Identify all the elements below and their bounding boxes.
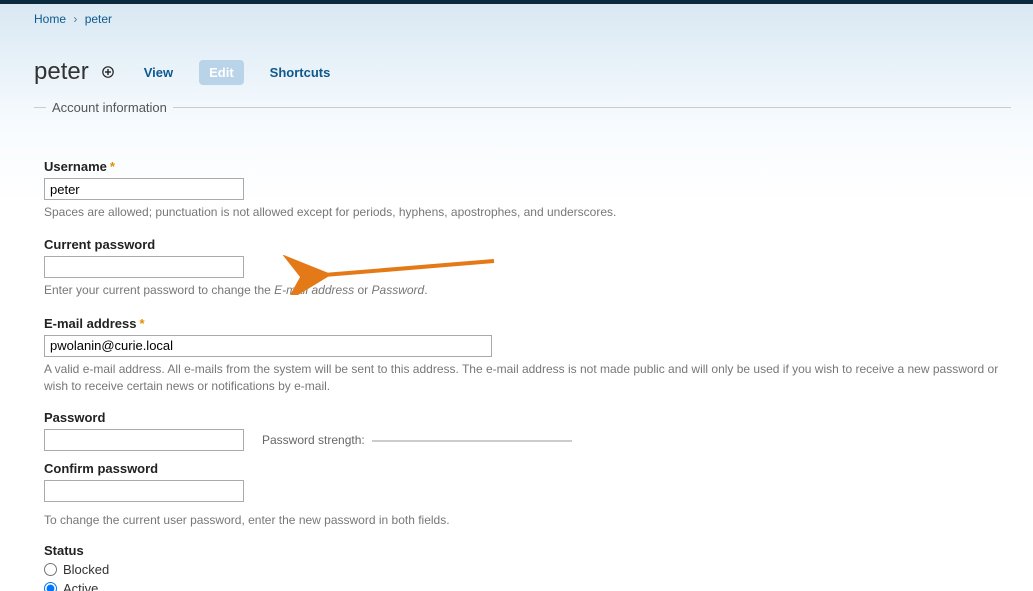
confirm-password-input[interactable] [44,480,244,502]
email-input[interactable] [44,335,492,357]
current-password-desc-em1: E-mail address [274,283,354,297]
password-strength-label: Password strength: [262,433,365,447]
username-input[interactable] [44,178,244,200]
username-field-wrapper: Username* Spaces are allowed; punctuatio… [44,159,1001,221]
fieldset-legend: Account information [46,100,173,115]
password-input[interactable] [44,429,244,451]
current-password-desc-mid: or [354,283,371,297]
content: Account information Username* Spaces are… [0,100,1033,591]
current-password-desc-em2: Password [372,283,425,297]
email-label-text: E-mail address [44,316,137,331]
page-header: peter View Edit Shortcuts [0,32,1033,100]
password-strength-wrapper: Password strength: [262,432,572,447]
breadcrumb: Home › peter [0,4,1033,32]
current-password-label: Current password [44,237,1001,252]
password-row: Password strength: [44,429,1001,451]
email-description: A valid e-mail address. All e-mails from… [44,361,1001,396]
tab-edit[interactable]: Edit [199,60,244,85]
tab-view[interactable]: View [134,60,183,85]
confirm-password-field-wrapper: Confirm password To change the current u… [44,461,1001,529]
page: Home › peter peter View Edit Shortcuts A… [0,0,1033,591]
required-icon: * [137,316,145,331]
email-label: E-mail address* [44,316,1001,331]
username-description: Spaces are allowed; punctuation is not a… [44,204,1001,221]
email-field-wrapper: E-mail address* A valid e-mail address. … [44,316,1001,396]
password-label: Password [44,410,1001,425]
status-blocked-option[interactable]: Blocked [44,562,1001,577]
status-label: Status [44,543,1001,558]
status-blocked-label: Blocked [63,562,109,577]
status-active-label: Active [63,581,98,591]
status-active-radio[interactable] [44,582,57,591]
breadcrumb-separator-icon: › [69,12,81,26]
password-strength-bar [372,440,572,442]
current-password-desc-prefix: Enter your current password to change th… [44,283,274,297]
add-shortcut-icon[interactable] [101,65,116,80]
required-icon: * [107,159,115,174]
tab-shortcuts[interactable]: Shortcuts [260,60,341,85]
account-info-fieldset: Account information Username* Spaces are… [34,100,1011,591]
primary-tabs: View Edit Shortcuts [134,60,341,85]
current-password-desc-suffix: . [424,283,427,297]
confirm-password-label: Confirm password [44,461,1001,476]
breadcrumb-current-link[interactable]: peter [85,12,112,26]
status-blocked-radio[interactable] [44,563,57,576]
password-field-wrapper: Password Password strength: [44,410,1001,451]
username-label-text: Username [44,159,107,174]
current-password-description: Enter your current password to change th… [44,282,1001,299]
status-active-option[interactable]: Active [44,581,1001,591]
status-field-wrapper: Status Blocked Active [44,543,1001,591]
confirm-password-description: To change the current user password, ent… [44,512,1001,529]
page-title: peter [34,58,89,86]
breadcrumb-home-link[interactable]: Home [34,12,66,26]
current-password-field-wrapper: Current password Enter your current pass… [44,237,1001,299]
username-label: Username* [44,159,1001,174]
current-password-input[interactable] [44,256,244,278]
